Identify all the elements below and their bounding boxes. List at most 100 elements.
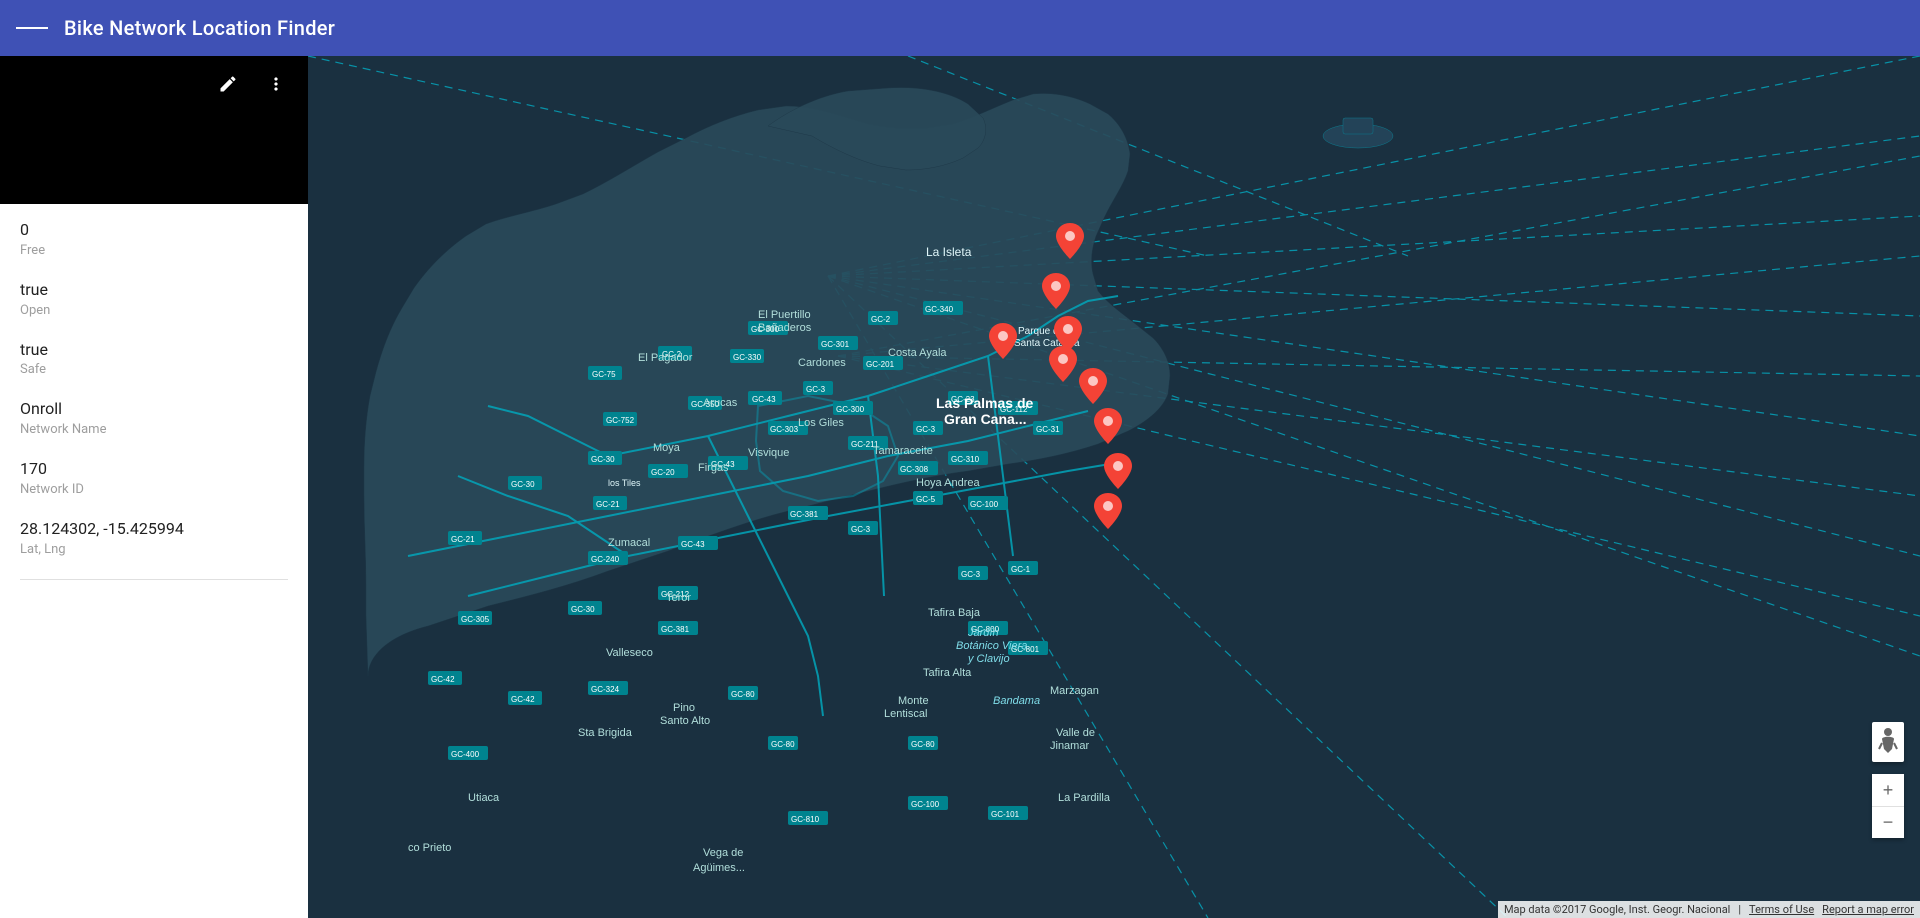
svg-text:La Isleta: La Isleta: [926, 245, 972, 259]
svg-text:Bañaderos: Bañaderos: [758, 322, 812, 334]
svg-text:Sta Brigida: Sta Brigida: [578, 727, 633, 739]
map-container[interactable]: GC-75 GC-2 GC-300 GC-301 GC-2 GC-340 GC-…: [308, 56, 1920, 918]
svg-text:Las Palmas de: Las Palmas de: [936, 395, 1033, 411]
info-row-latlng: 28.124302, -15.425994 Lat, Lng: [20, 519, 288, 557]
svg-text:GC-400: GC-400: [451, 750, 480, 759]
edit-button[interactable]: [212, 68, 244, 100]
hamburger-menu-button[interactable]: [16, 12, 48, 44]
svg-text:GC-3: GC-3: [961, 570, 981, 579]
svg-text:Monte: Monte: [898, 695, 929, 707]
svg-text:Gran Cana...: Gran Cana...: [944, 411, 1026, 427]
svg-text:Tamaraceite: Tamaraceite: [873, 445, 933, 457]
attribution-separator: |: [1738, 903, 1741, 916]
network-name-label: Network Name: [20, 422, 288, 437]
svg-text:GC-308: GC-308: [900, 465, 929, 474]
svg-text:Arucas: Arucas: [703, 397, 738, 409]
app-header: Bike Network Location Finder: [0, 0, 1920, 56]
svg-text:Pino: Pino: [673, 702, 695, 714]
map-attribution: Map data ©2017 Google, Inst. Geogr. Naci…: [1498, 901, 1920, 918]
svg-text:Jardín: Jardín: [967, 627, 999, 639]
attribution-text: Map data ©2017 Google, Inst. Geogr. Naci…: [1504, 903, 1730, 916]
svg-text:GC-301: GC-301: [821, 340, 850, 349]
svg-text:GC-5: GC-5: [916, 495, 936, 504]
open-label: Open: [20, 303, 288, 318]
info-row-free: 0 Free: [20, 220, 288, 258]
svg-text:GC-100: GC-100: [911, 800, 940, 809]
terms-of-use-link[interactable]: Terms of Use: [1749, 903, 1814, 916]
latlng-label: Lat, Lng: [20, 542, 288, 557]
svg-text:GC-100: GC-100: [970, 500, 999, 509]
svg-text:y Clavijo: y Clavijo: [967, 653, 1010, 665]
svg-text:Zumacal: Zumacal: [608, 537, 650, 549]
svg-text:GC-101: GC-101: [991, 810, 1020, 819]
svg-text:GC-20: GC-20: [651, 468, 675, 477]
pegman-button[interactable]: [1872, 722, 1904, 762]
svg-text:GC-3: GC-3: [806, 385, 826, 394]
free-value: 0: [20, 220, 288, 241]
svg-text:GC-2: GC-2: [871, 315, 891, 324]
sidebar-divider: [20, 579, 288, 580]
svg-text:GC-42: GC-42: [431, 675, 455, 684]
more-options-button[interactable]: [260, 68, 292, 100]
svg-text:Marzagan: Marzagan: [1050, 685, 1099, 697]
svg-text:GC-80: GC-80: [731, 690, 755, 699]
info-row-safe: true Safe: [20, 340, 288, 378]
svg-text:GC-752: GC-752: [606, 416, 635, 425]
network-id-value: 170: [20, 459, 288, 480]
svg-text:Valle de: Valle de: [1056, 727, 1095, 739]
svg-text:GC-30: GC-30: [511, 480, 535, 489]
svg-text:Tafira Baja: Tafira Baja: [928, 607, 981, 619]
free-label: Free: [20, 243, 288, 258]
svg-text:GC-80: GC-80: [911, 740, 935, 749]
safe-label: Safe: [20, 362, 288, 377]
svg-text:El Pagador: El Pagador: [638, 352, 693, 364]
app-title: Bike Network Location Finder: [64, 16, 335, 40]
svg-text:Valleseco: Valleseco: [606, 647, 653, 659]
svg-text:GC-240: GC-240: [591, 555, 620, 564]
svg-text:GC-31: GC-31: [1036, 425, 1060, 434]
sidebar-top: [0, 56, 308, 204]
svg-text:GC-3: GC-3: [916, 425, 936, 434]
svg-text:Botánico Viera: Botánico Viera: [956, 640, 1027, 652]
svg-text:co Prieto: co Prieto: [408, 842, 451, 854]
svg-text:GC-310: GC-310: [951, 455, 980, 464]
info-row-network-name: Onroll Network Name: [20, 399, 288, 437]
svg-text:Lentiscal: Lentiscal: [884, 708, 927, 720]
svg-text:GC-80: GC-80: [771, 740, 795, 749]
report-map-error-link[interactable]: Report a map error: [1822, 903, 1914, 916]
svg-text:Cardones: Cardones: [798, 357, 846, 369]
svg-text:Costa Ayala: Costa Ayala: [888, 347, 947, 359]
svg-text:La Pardilla: La Pardilla: [1058, 792, 1111, 804]
svg-text:GC-381: GC-381: [790, 510, 819, 519]
svg-text:GC-75: GC-75: [592, 370, 616, 379]
svg-text:GC-3: GC-3: [851, 525, 871, 534]
svg-text:GC-21: GC-21: [451, 535, 475, 544]
network-id-label: Network ID: [20, 482, 288, 497]
svg-text:Jinamar: Jinamar: [1050, 740, 1089, 752]
zoom-out-button[interactable]: −: [1872, 806, 1904, 838]
svg-text:Teror: Teror: [666, 592, 691, 604]
svg-text:GC-30: GC-30: [591, 455, 615, 464]
svg-text:Visvique: Visvique: [748, 447, 789, 459]
info-row-open: true Open: [20, 280, 288, 318]
zoom-in-button[interactable]: +: [1872, 774, 1904, 806]
svg-text:GC-300: GC-300: [836, 405, 865, 414]
svg-text:GC-330: GC-330: [733, 353, 762, 362]
svg-text:GC-324: GC-324: [591, 685, 620, 694]
svg-text:GC-43: GC-43: [752, 395, 776, 404]
svg-text:Tafira Alta: Tafira Alta: [923, 667, 972, 679]
svg-text:GC-1: GC-1: [1011, 565, 1031, 574]
svg-text:GC-30: GC-30: [571, 605, 595, 614]
map-svg: GC-75 GC-2 GC-300 GC-301 GC-2 GC-340 GC-…: [308, 56, 1920, 918]
svg-text:GC-21: GC-21: [596, 500, 620, 509]
svg-text:GC-303: GC-303: [770, 425, 799, 434]
svg-text:GC-305: GC-305: [461, 615, 490, 624]
svg-text:GC-340: GC-340: [925, 305, 954, 314]
svg-text:Los Giles: Los Giles: [798, 417, 844, 429]
svg-text:El Puertillo: El Puertillo: [758, 309, 811, 321]
svg-text:los Tiles: los Tiles: [608, 478, 641, 488]
svg-text:Agüimes...: Agüimes...: [693, 862, 745, 874]
sidebar-info-panel: 0 Free true Open true Safe Onroll Networ…: [0, 204, 308, 918]
svg-text:GC-381: GC-381: [661, 625, 690, 634]
safe-value: true: [20, 340, 288, 361]
